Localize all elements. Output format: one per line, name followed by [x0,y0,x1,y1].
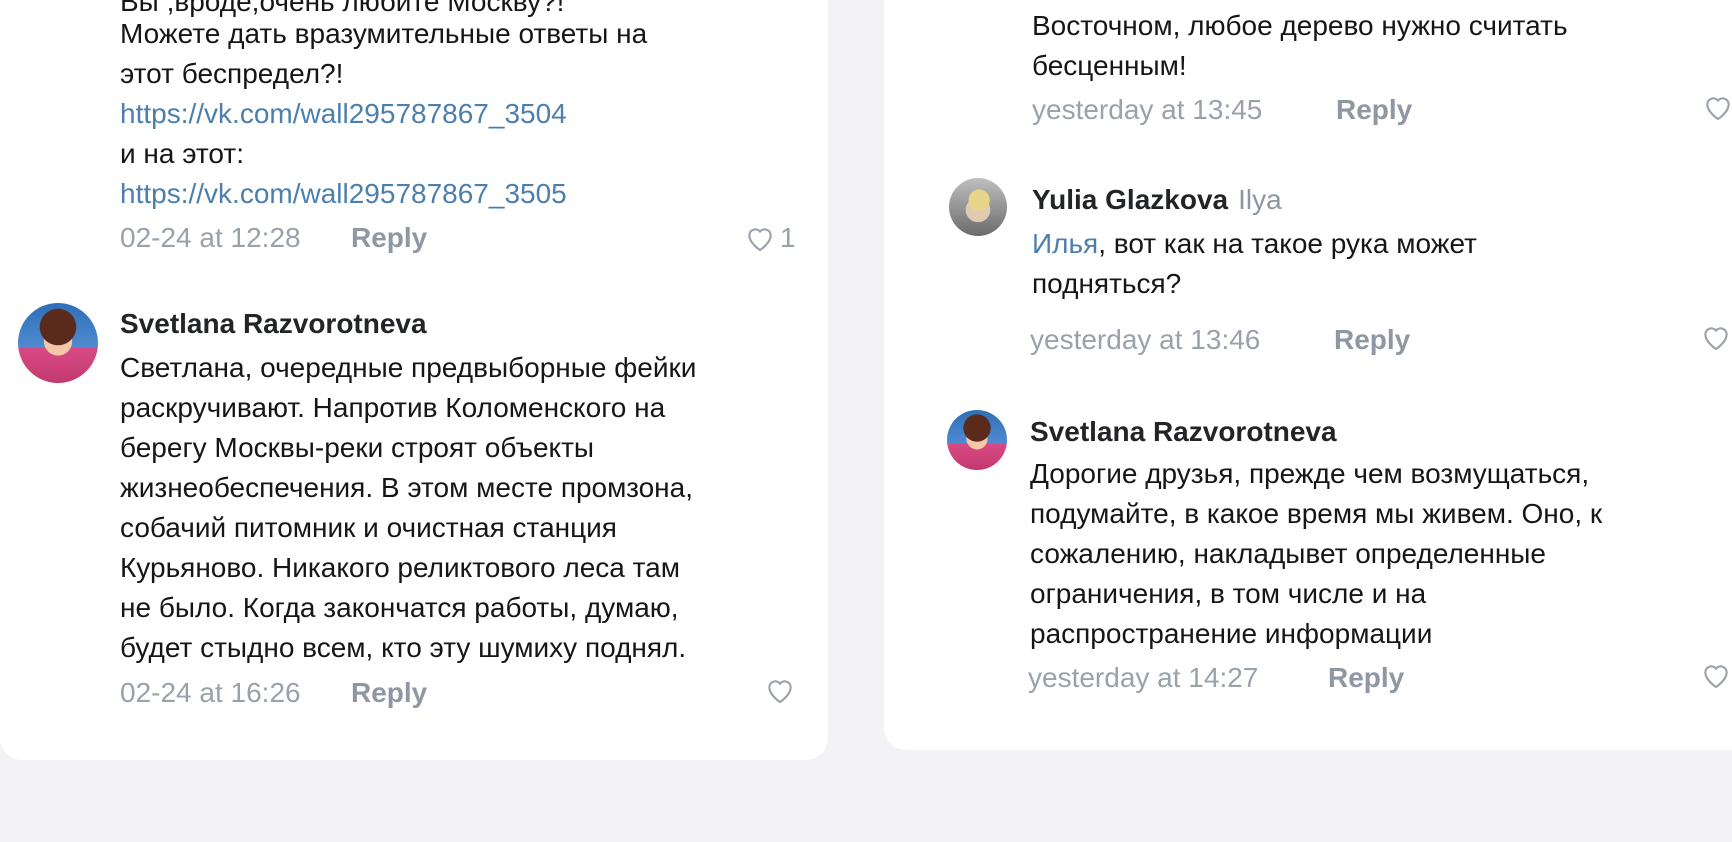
heart-outline-icon [1706,97,1730,121]
comment-author[interactable]: Svetlana Razvorotneva [120,306,427,342]
comment-text-fragment: , вот как на такое рука может [1098,228,1477,259]
reply-to-name[interactable]: Ilya [1238,184,1282,215]
comment-text-line: Курьяново. Никакого реликтового леса там [120,552,680,583]
heart-outline-icon [768,680,792,704]
comment-timestamp: 02-24 at 16:26 [120,677,301,708]
comment-timestamp: yesterday at 13:45 [1032,94,1263,125]
comment-text-line: Илья, вот как на такое рука может [1032,224,1477,264]
heart-outline-icon [748,228,772,252]
reply-button[interactable]: Reply [351,220,427,256]
comment-timestamp: yesterday at 13:46 [1030,324,1261,355]
comment-text-line: сожалению, накладывет определенные [1030,538,1547,569]
heart-outline-icon [1704,327,1728,351]
like-button[interactable] [764,675,796,705]
avatar[interactable] [949,178,1007,236]
comment-text-line: и на этот: [120,138,244,169]
like-button[interactable] [1700,660,1732,690]
mention-link[interactable]: Илья [1032,228,1098,259]
avatar[interactable] [947,410,1007,470]
comment-timestamp: 02-24 at 12:28 [120,222,301,253]
comment-text-line: распространение информации [1030,618,1433,649]
left-comments-panel: Вы ,вроде,очень любите Москву?! Можете д… [0,0,828,760]
comment-text-line: подумайте, в какое время мы живем. Оно, … [1030,498,1603,529]
comment-text-line: раскручивают. Напротив Коломенского на [120,392,666,423]
comment-text-line: Дорогие друзья, прежде чем возмущаться, [1030,458,1590,489]
avatar[interactable] [18,303,98,383]
like-count: 1 [780,222,796,253]
comment-timestamp: yesterday at 14:27 [1028,662,1259,693]
reply-button[interactable]: Reply [351,675,427,711]
comment-link[interactable]: https://vk.com/wall295787867_3505 [120,174,567,214]
comment-text-line: собачий питомник и очистная станция [120,512,617,543]
like-button[interactable] [1702,92,1732,122]
comment-author[interactable]: Svetlana Razvorotneva [1030,414,1337,450]
comment-text-line: подняться? [1032,268,1182,299]
comment-text-line: Светлана, очередные предвыборные фейки [120,352,697,383]
right-comments-panel: Восточном, любое дерево нужно считать бе… [884,0,1732,750]
comment-author-name[interactable]: Yulia Glazkova [1032,184,1228,215]
comment-text-line: этот беспредел?! [120,58,344,89]
reply-button[interactable]: Reply [1334,322,1410,358]
comment-text-line: Восточном, любое дерево нужно считать [1032,10,1568,41]
reply-button[interactable]: Reply [1336,92,1412,128]
comment-text-line: будет стыдно всем, кто эту шумиху поднял… [120,632,687,663]
comment-text-line: Можете дать вразумительные ответы на [120,18,648,49]
comment-text-line: ограничения, в том числе и на [1030,578,1427,609]
comment-text-line: берегу Москвы-реки строят объекты [120,432,595,463]
comment-text-line: не было. Когда закончатся работы, думаю, [120,592,679,623]
heart-outline-icon [1704,665,1728,689]
like-button[interactable]: 1 [744,220,796,256]
comment-text-line: жизнеобеспечения. В этом месте промзона, [120,472,693,503]
comment-author[interactable]: Yulia Glazkova Ilya [1032,182,1282,218]
like-button[interactable] [1700,322,1732,352]
reply-button[interactable]: Reply [1328,660,1404,696]
comment-link[interactable]: https://vk.com/wall295787867_3504 [120,94,567,134]
comment-text-line: бесценным! [1032,50,1187,81]
